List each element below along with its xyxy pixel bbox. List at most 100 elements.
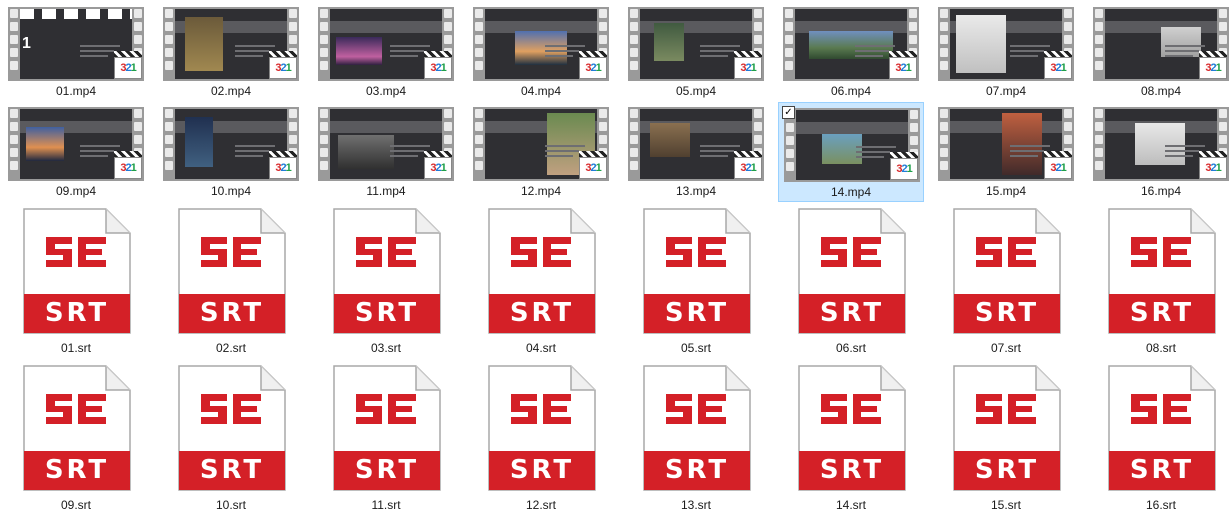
321-player-badge-icon: 321 (269, 151, 297, 179)
file-item-video[interactable]: 321 16.mp4 (1088, 102, 1229, 202)
file-name-label: 01.srt (60, 341, 91, 355)
film-perforations (320, 9, 328, 79)
slide-text-line (700, 45, 740, 47)
file-item-video[interactable]: 321 09.mp4 (3, 102, 149, 202)
file-name-label: 12.mp4 (520, 184, 562, 198)
file-item-video[interactable]: 321 04.mp4 (468, 2, 614, 102)
srt-badge-text: SRT (974, 298, 1040, 328)
file-item-srt[interactable]: SRT 16.srt (1088, 360, 1229, 515)
file-item-srt[interactable]: SRT 12.srt (468, 360, 614, 515)
file-item-srt[interactable]: SRT 03.srt (313, 203, 459, 358)
file-name-label: 03.mp4 (365, 84, 407, 98)
file-name-label: 07.srt (990, 341, 1021, 355)
file-name-label: 02.mp4 (210, 84, 252, 98)
file-item-srt[interactable]: SRT 11.srt (313, 360, 459, 515)
srt-badge-text: SRT (44, 298, 110, 328)
file-item-srt[interactable]: SRT 14.srt (778, 360, 924, 515)
321-player-badge-icon: 321 (114, 151, 142, 179)
slide-photo (515, 31, 567, 65)
slide-text-line (390, 55, 418, 57)
slide-text-line (1010, 50, 1044, 52)
file-item-srt[interactable]: SRT 08.srt (1088, 203, 1229, 358)
file-name-label: 10.mp4 (210, 184, 252, 198)
slide-text-line (855, 55, 883, 57)
slide-text-line (545, 150, 579, 152)
srt-badge-text: SRT (974, 455, 1040, 485)
slide-text-line (856, 146, 896, 148)
srt-badge-text: SRT (1129, 298, 1195, 328)
321-player-badge-icon: 321 (889, 51, 917, 79)
srt-badge-text: SRT (509, 298, 575, 328)
film-strip-thumbnail-icon: 321 (473, 107, 609, 181)
file-name-label: 02.srt (215, 341, 246, 355)
slide-text-line (700, 55, 728, 57)
file-item-srt[interactable]: SRT 13.srt (623, 360, 769, 515)
file-item-video[interactable]: 321 12.mp4 (468, 102, 614, 202)
file-item-video[interactable]: 321 10.mp4 (158, 102, 304, 202)
film-strip-thumbnail-icon: 321 (938, 107, 1074, 181)
film-strip-thumbnail-icon: 321 (1093, 7, 1229, 81)
file-item-video[interactable]: 321 02.mp4 (158, 2, 304, 102)
slide-text-line (1165, 150, 1199, 152)
srt-badge-text: SRT (509, 455, 575, 485)
slide-top-bar (20, 9, 132, 19)
film-strip-thumbnail-icon: 321 (8, 107, 144, 181)
film-strip-thumbnail-icon: 1 321 (8, 7, 144, 81)
file-item-video[interactable]: 321 11.mp4 (313, 102, 459, 202)
file-name-label: 11.srt (371, 498, 401, 512)
file-item-srt[interactable]: SRT 09.srt (3, 360, 149, 515)
file-item-srt[interactable]: SRT 01.srt (3, 203, 149, 358)
file-item-video[interactable]: 321 05.mp4 (623, 2, 769, 102)
slide-photo (654, 23, 684, 61)
film-strip-thumbnail-icon: 321 (318, 7, 454, 81)
slide-photo (336, 37, 382, 65)
slide-text-line (1165, 55, 1193, 57)
slide-text-line (700, 150, 734, 152)
slide-title-bar (330, 121, 442, 133)
file-item-srt[interactable]: SRT 04.srt (468, 203, 614, 358)
file-item-srt[interactable]: SRT 07.srt (933, 203, 1079, 358)
slide-text-line (700, 50, 734, 52)
file-item-srt[interactable]: SRT 15.srt (933, 360, 1079, 515)
slide-text-line (235, 155, 263, 157)
srt-badge-text: SRT (354, 455, 420, 485)
file-name-label: 04.srt (525, 341, 556, 355)
film-strip-thumbnail-icon: 321 (318, 107, 454, 181)
file-item-srt[interactable]: SRT 05.srt (623, 203, 769, 358)
selection-checkbox[interactable]: ✓ (782, 106, 795, 119)
slide-title-bar (796, 122, 908, 134)
slide-text-line (545, 55, 573, 57)
slide-photo (1161, 27, 1201, 57)
file-name-label: 07.mp4 (985, 84, 1027, 98)
file-name-label: 16.srt (1145, 498, 1176, 512)
321-player-badge-icon: 321 (424, 151, 452, 179)
srt-badge-text: SRT (354, 298, 420, 328)
file-item-video[interactable]: 1 321 01.mp4 (3, 2, 149, 102)
file-item-video[interactable]: 321 13.mp4 (623, 102, 769, 202)
srt-badge-text: SRT (664, 298, 730, 328)
file-item-video[interactable]: 321 06.mp4 (778, 2, 924, 102)
slide-text-line (1165, 45, 1205, 47)
file-item-srt[interactable]: SRT 06.srt (778, 203, 924, 358)
slide-photo (650, 123, 690, 157)
file-item-video[interactable]: ✓ 321 14.mp4 (778, 102, 924, 202)
file-item-video[interactable]: 321 03.mp4 (313, 2, 459, 102)
slide-photo (822, 134, 862, 164)
file-item-video[interactable]: 321 08.mp4 (1088, 2, 1229, 102)
srt-badge-text: SRT (199, 298, 265, 328)
file-name-label: 08.srt (1145, 341, 1176, 355)
file-name-label: 13.srt (680, 498, 711, 512)
file-name-label: 15.mp4 (985, 184, 1027, 198)
321-player-badge-icon: 321 (114, 51, 142, 79)
file-name-label: 09.srt (60, 498, 91, 512)
film-strip-thumbnail-icon: 321 (628, 107, 764, 181)
file-name-label: 09.mp4 (55, 184, 97, 198)
file-item-srt[interactable]: SRT 02.srt (158, 203, 304, 358)
film-perforations (630, 9, 638, 79)
slide-text-line (1010, 145, 1050, 147)
file-item-video[interactable]: 321 07.mp4 (933, 2, 1079, 102)
slide-text-line (700, 145, 740, 147)
file-item-srt[interactable]: SRT 10.srt (158, 360, 304, 515)
film-strip-thumbnail-icon: 321 (163, 7, 299, 81)
file-item-video[interactable]: 321 15.mp4 (933, 102, 1079, 202)
